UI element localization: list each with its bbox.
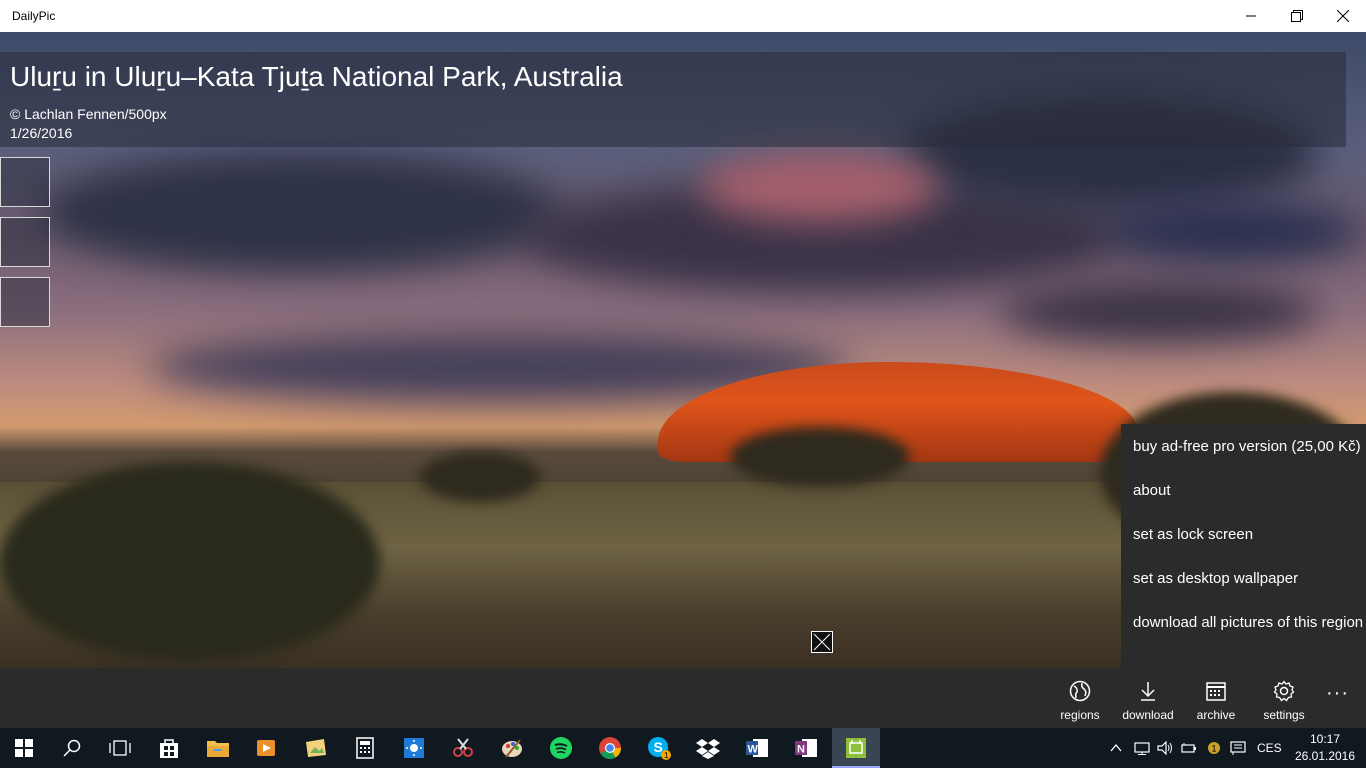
settings-button[interactable]: settings: [1250, 668, 1318, 728]
more-options-button[interactable]: ···: [1326, 682, 1349, 705]
task-view-button[interactable]: [96, 728, 144, 768]
taskbar-brightness-app[interactable]: [390, 728, 438, 768]
action-center-icon: [1230, 741, 1246, 755]
chevron-up-icon: [1110, 743, 1122, 752]
globe-icon: [1046, 680, 1114, 704]
task-view-icon: [109, 740, 131, 756]
taskbar-skype[interactable]: S1: [635, 728, 683, 768]
scissors-icon: [453, 738, 473, 757]
taskbar-dailypic-app[interactable]: [832, 728, 880, 768]
power-status[interactable]: [1181, 728, 1199, 768]
taskbar-spotify[interactable]: [537, 728, 585, 768]
clock-date: 26.01.2016: [1294, 749, 1356, 763]
svg-text:1: 1: [1212, 744, 1217, 754]
taskbar-chrome[interactable]: [586, 728, 634, 768]
network-icon: [1134, 742, 1150, 755]
sun-icon: [404, 738, 424, 758]
action-center[interactable]: [1230, 728, 1246, 768]
regions-button[interactable]: regions: [1046, 668, 1114, 728]
ad-close-button[interactable]: [811, 631, 833, 653]
archive-button[interactable]: archive: [1182, 668, 1250, 728]
thumbnail-slot[interactable]: [0, 157, 50, 207]
start-button[interactable]: [0, 728, 48, 768]
clock-time: 10:17: [1309, 732, 1341, 746]
taskbar-calculator[interactable]: [341, 728, 389, 768]
dropbox-icon: [696, 739, 720, 759]
menu-item-set-desktop-wallpaper[interactable]: set as desktop wallpaper: [1133, 570, 1298, 587]
settings-label: settings: [1263, 708, 1305, 722]
menu-item-buy-pro[interactable]: buy ad-free pro version (25,00 Kč): [1133, 438, 1361, 455]
minimize-icon: [1246, 15, 1256, 17]
more-options-menu: buy ad-free pro version (25,00 Kč) about…: [1121, 424, 1366, 668]
photo-date: 1/26/2016: [10, 125, 73, 141]
chrome-icon: [599, 737, 621, 759]
skype-icon: S1: [648, 737, 671, 760]
battery-plug-icon: [1181, 743, 1196, 753]
taskbar-onenote[interactable]: N: [782, 728, 830, 768]
photos-icon: [306, 739, 326, 757]
close-button[interactable]: [1320, 0, 1366, 32]
speaker-icon: [1157, 741, 1172, 755]
taskbar-snipping-tool[interactable]: [439, 728, 487, 768]
taskbar-word[interactable]: W: [733, 728, 781, 768]
svg-text:N: N: [797, 744, 805, 756]
regions-label: regions: [1060, 708, 1100, 722]
folder-icon: [207, 741, 229, 757]
download-icon: [1114, 680, 1182, 704]
thumbnail-slot[interactable]: [0, 277, 50, 327]
app-command-bar: regions download archive settings ···: [0, 668, 1366, 728]
taskbar-file-explorer[interactable]: [194, 728, 242, 768]
photo-caption: Uluṟu in Uluṟu–Kata Tjuṯa National Park,…: [0, 52, 1346, 147]
restore-icon: [1291, 10, 1303, 22]
search-button[interactable]: [48, 728, 96, 768]
network-status[interactable]: [1134, 728, 1150, 768]
app-title: DailyPic: [12, 9, 56, 23]
spotify-icon: [550, 737, 572, 759]
close-icon: [813, 633, 831, 651]
palette-icon: [502, 739, 522, 758]
minimize-button[interactable]: [1228, 0, 1274, 32]
calculator-icon: [356, 737, 374, 759]
archive-label: archive: [1196, 708, 1236, 722]
download-label: download: [1122, 708, 1174, 722]
taskbar-paint[interactable]: [488, 728, 536, 768]
update-icon: 1: [1208, 742, 1220, 754]
taskbar-dropbox[interactable]: [684, 728, 732, 768]
update-notification[interactable]: 1: [1206, 728, 1222, 768]
volume-control[interactable]: [1157, 728, 1175, 768]
calendar-icon: [1182, 680, 1250, 704]
windows-logo-icon: [15, 739, 33, 757]
title-bar: DailyPic: [0, 0, 1366, 32]
close-icon: [1337, 10, 1349, 22]
gear-icon: [1250, 680, 1318, 704]
taskbar-store-app[interactable]: [145, 728, 193, 768]
dailypic-icon: [846, 738, 866, 758]
media-player-icon: [257, 740, 275, 756]
taskbar-photos-app[interactable]: [292, 728, 340, 768]
input-language[interactable]: CES: [1257, 728, 1282, 768]
taskbar-clock[interactable]: 10:17 26.01.2016: [1290, 731, 1360, 765]
svg-text:S: S: [654, 739, 663, 755]
menu-item-download-all[interactable]: download all pictures of this region: [1133, 614, 1363, 631]
menu-item-about[interactable]: about: [1133, 482, 1171, 499]
search-icon: [63, 739, 81, 757]
svg-text:1: 1: [664, 751, 669, 760]
word-icon: W: [746, 739, 768, 757]
restore-button[interactable]: [1274, 0, 1320, 32]
photo-credit: © Lachlan Fennen/500px: [10, 106, 167, 122]
show-hidden-icons[interactable]: [1110, 728, 1122, 768]
taskbar-media-player[interactable]: [242, 728, 290, 768]
thumbnail-slot[interactable]: [0, 217, 50, 267]
download-button[interactable]: download: [1114, 668, 1182, 728]
onenote-icon: N: [795, 739, 817, 757]
svg-text:W: W: [748, 744, 759, 756]
windows-taskbar: S1 W N 1 CES 10:17 26.01.2016: [0, 728, 1366, 768]
store-icon: [160, 739, 178, 758]
menu-item-set-lock-screen[interactable]: set as lock screen: [1133, 526, 1253, 543]
photo-title: Uluṟu in Uluṟu–Kata Tjuṯa National Park,…: [10, 61, 623, 92]
